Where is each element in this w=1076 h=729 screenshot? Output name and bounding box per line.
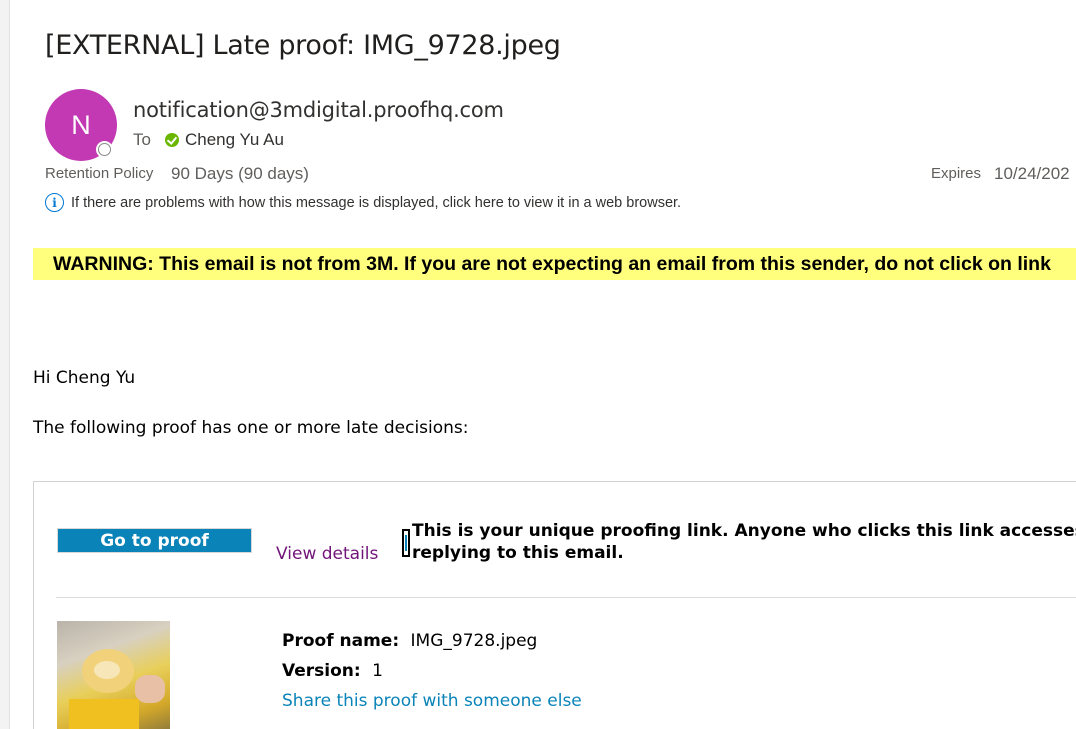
proof-name-label: Proof name: — [282, 631, 400, 651]
info-icon: i — [45, 193, 64, 212]
info-message[interactable]: If there are problems with how this mess… — [71, 195, 681, 211]
intro-text: The following proof has one or more late… — [33, 418, 469, 438]
go-to-proof-button[interactable]: Go to proof — [57, 528, 252, 553]
thumbnail-shape — [94, 661, 120, 679]
notice-line-2: replying to this email. — [412, 543, 624, 563]
sender-address[interactable]: notification@3mdigital.proofhq.com — [133, 98, 504, 122]
recipient-name[interactable]: Cheng Yu Au — [185, 130, 284, 150]
avatar-initial: N — [71, 109, 91, 140]
text-cursor-icon — [402, 529, 410, 557]
email-subject: [EXTERNAL] Late proof: IMG_9728.jpeg — [45, 30, 561, 61]
to-label: To — [133, 130, 151, 149]
divider — [56, 597, 1076, 598]
presence-icon — [96, 141, 113, 158]
proof-card: Go to proof View details This is your un… — [33, 481, 1076, 729]
share-proof-link[interactable]: Share this proof with someone else — [282, 691, 582, 711]
expires-label: Expires — [931, 165, 982, 182]
proof-name-value: IMG_9728.jpeg — [410, 631, 538, 651]
retention-policy-label: Retention Policy — [45, 165, 154, 182]
info-bar[interactable]: i If there are problems with how this me… — [45, 193, 681, 212]
proof-thumbnail[interactable] — [57, 621, 170, 729]
check-icon — [164, 133, 179, 147]
view-details-link[interactable]: View details — [276, 544, 378, 564]
version-row: Version: 1 — [282, 661, 383, 681]
thumbnail-shape — [69, 699, 139, 729]
version-label: Version: — [282, 661, 361, 681]
proof-name-row: Proof name: IMG_9728.jpeg — [282, 631, 537, 651]
recipients-line: To Cheng Yu Au — [133, 130, 284, 150]
greeting: Hi Cheng Yu — [33, 368, 136, 388]
notice-line-1: This is your unique proofing link. Anyon… — [412, 521, 1076, 541]
unique-link-notice: This is your unique proofing link. Anyon… — [412, 520, 1076, 564]
reading-pane: [EXTERNAL] Late proof: IMG_9728.jpeg N n… — [9, 0, 1076, 729]
expires-value: 10/24/202 — [994, 164, 1070, 183]
retention-policy-value: 90 Days (90 days) — [171, 164, 309, 183]
version-value: 1 — [372, 661, 383, 681]
thumbnail-shape — [135, 675, 165, 703]
external-warning-banner: WARNING: This email is not from 3M. If y… — [33, 248, 1076, 280]
